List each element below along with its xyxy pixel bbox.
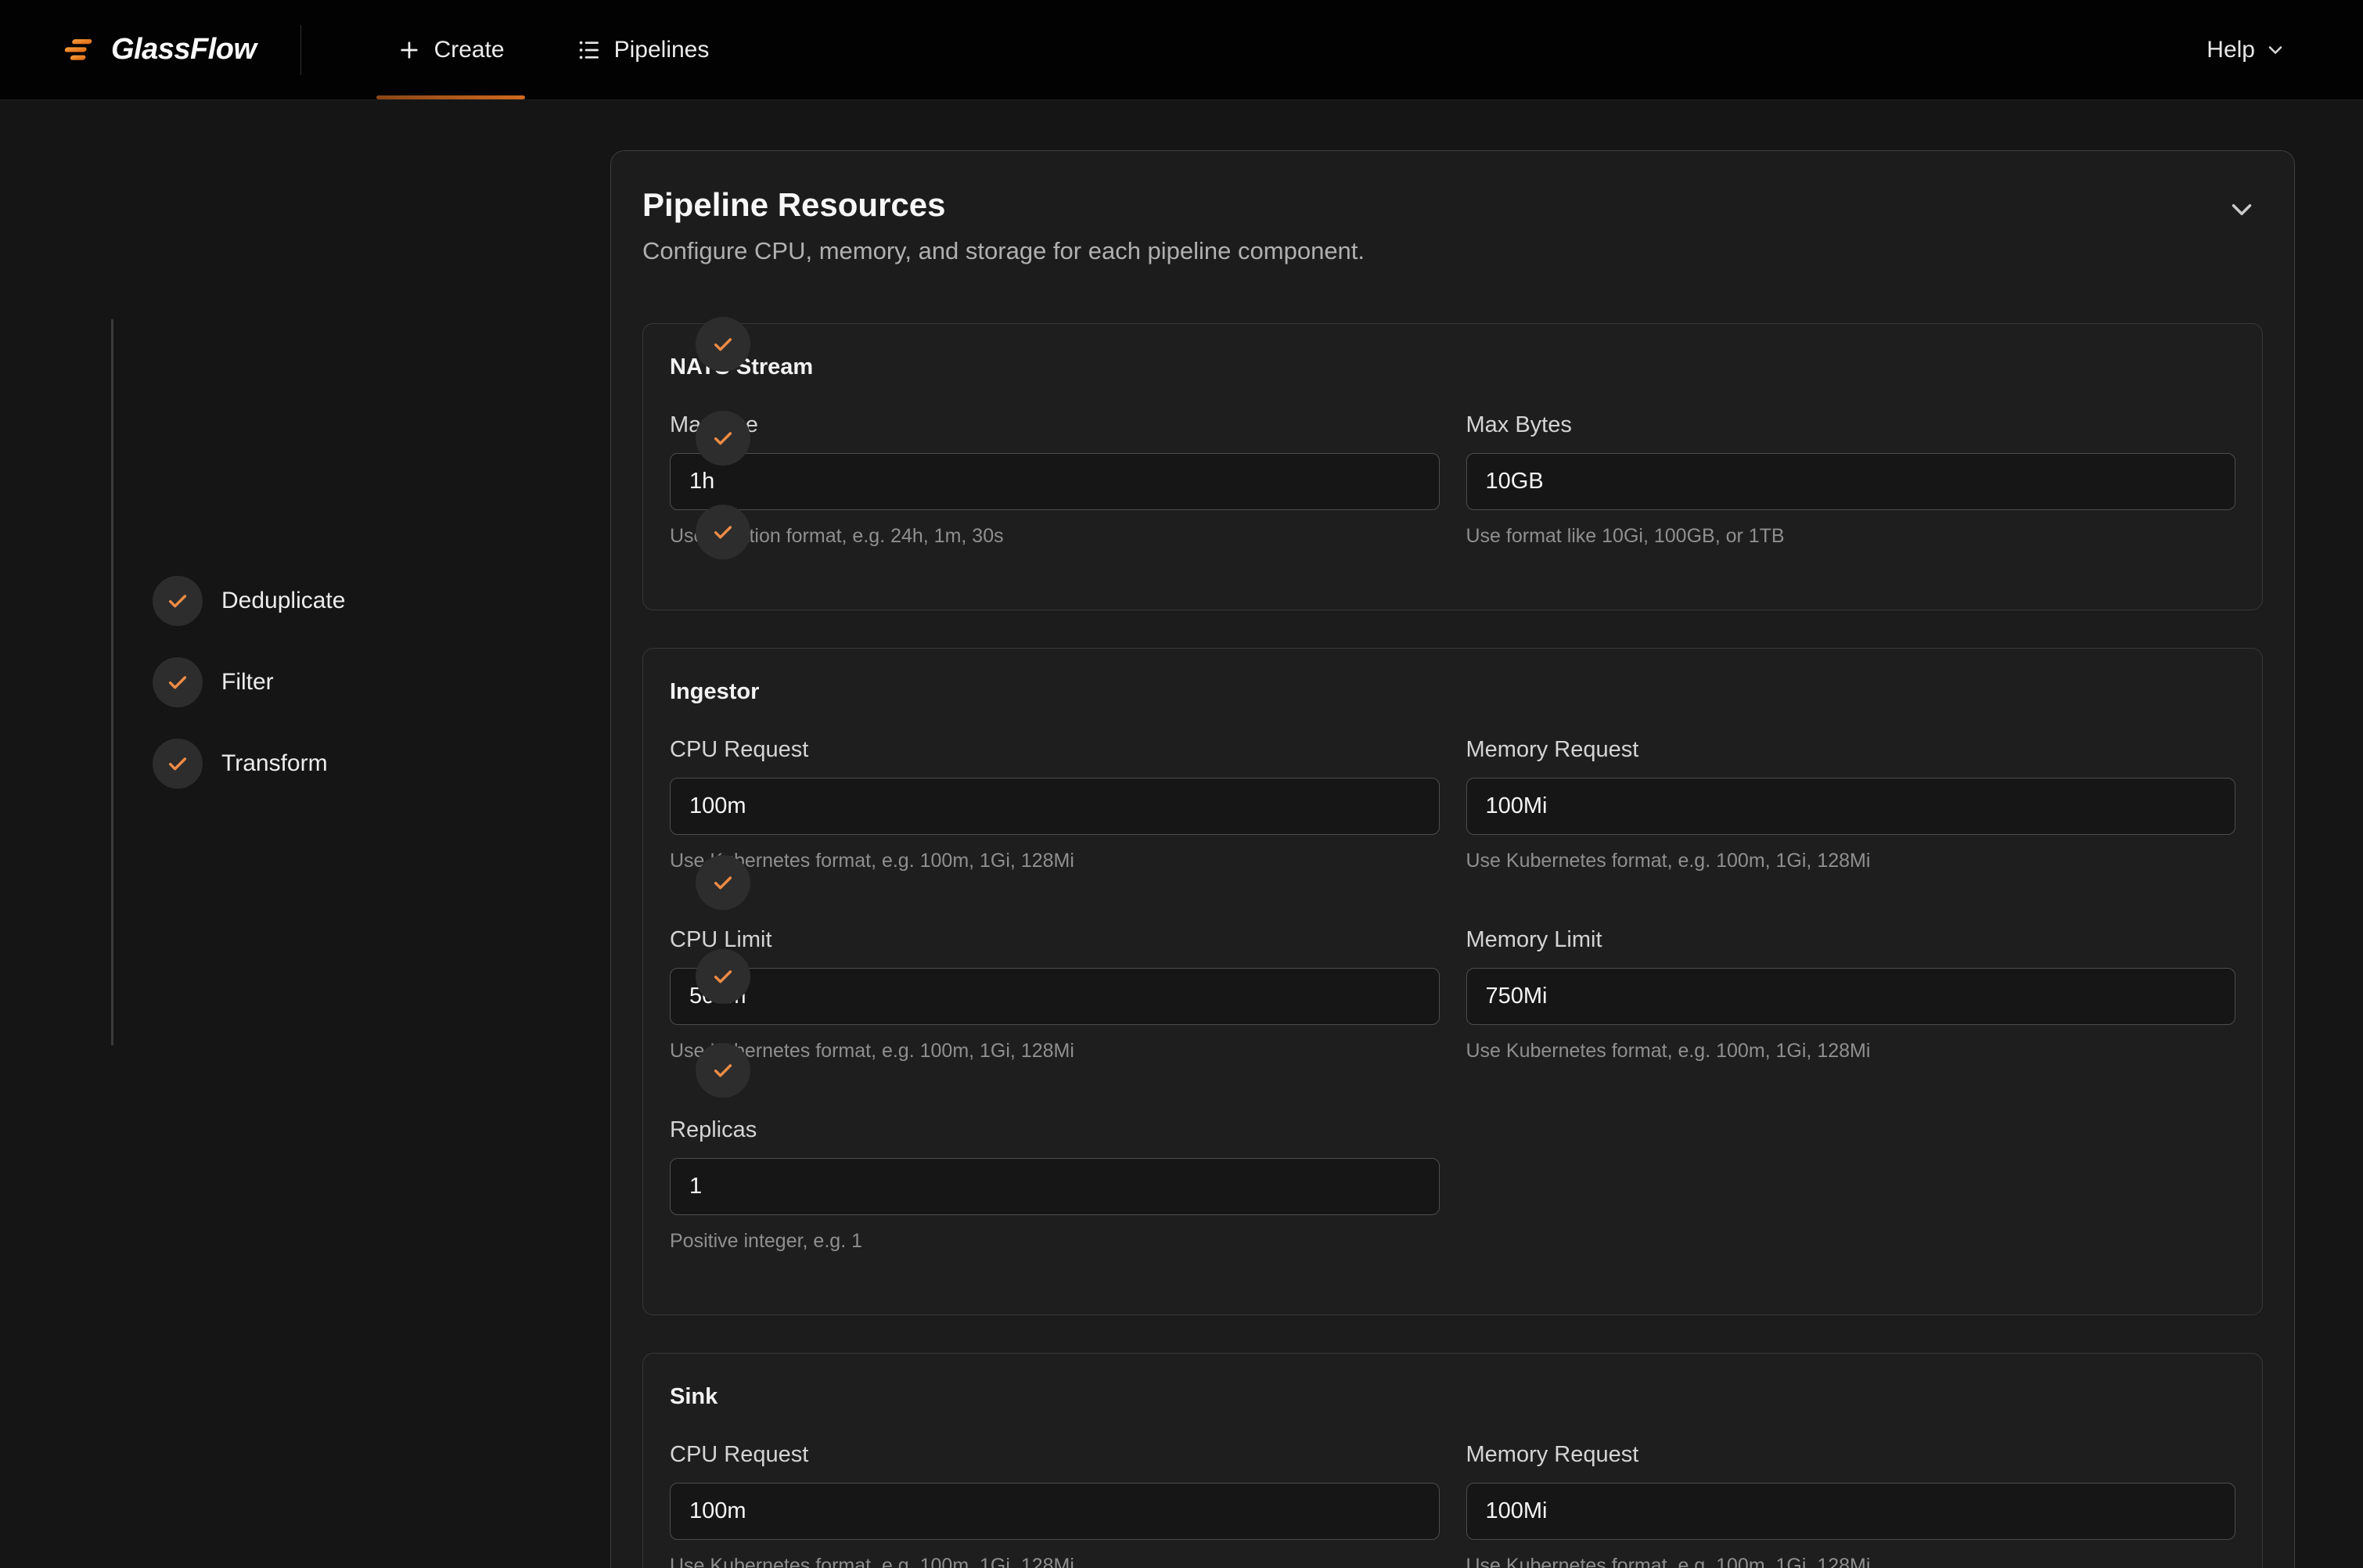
tab-create[interactable]: Create — [376, 0, 525, 99]
tab-label: Pipelines — [614, 37, 710, 63]
field-label: Memory Request — [1466, 738, 2236, 761]
main-area: Pipeline Resources Configure CPU, memory… — [610, 100, 2295, 1568]
input-ingestor-memory-limit[interactable] — [1466, 968, 2236, 1025]
field-helper: Use Kubernetes format, e.g. 100m, 1Gi, 1… — [670, 1555, 1440, 1568]
field-helper: Use Kubernetes format, e.g. 100m, 1Gi, 1… — [1466, 850, 2236, 872]
step-check-circle — [153, 739, 203, 789]
tab-pipelines[interactable]: Pipelines — [556, 0, 730, 99]
input-sink-memory-request[interactable] — [1466, 1483, 2236, 1540]
field-sink-cpu-request: CPU Request Use Kubernetes format, e.g. … — [670, 1443, 1440, 1568]
field-label: Memory Limit — [1466, 928, 2236, 951]
step-check-circle — [153, 657, 203, 707]
check-icon — [710, 964, 736, 989]
field-nats-stream-max-age: Max Age Use duration format, e.g. 24h, 1… — [670, 413, 1440, 547]
field-helper: Use Kubernetes format, e.g. 100m, 1Gi, 1… — [1466, 1555, 2236, 1568]
check-icon — [710, 520, 736, 545]
section-fields: Max Age Use duration format, e.g. 24h, 1… — [670, 413, 2235, 547]
content-area: Kafka Connection Select Topic Verify Fie… — [0, 100, 2363, 1568]
step-check-circle — [696, 411, 750, 466]
section-card-ingestor: Ingestor CPU Request Use Kubernetes form… — [642, 648, 2263, 1315]
check-icon — [710, 870, 736, 895]
step-check-circle — [696, 949, 750, 1004]
check-icon — [710, 426, 736, 451]
check-icon — [165, 670, 190, 695]
field-nats-stream-max-bytes: Max Bytes Use format like 10Gi, 100GB, o… — [1466, 413, 2236, 547]
check-icon — [710, 1058, 736, 1083]
input-ingestor-replicas[interactable] — [670, 1158, 1440, 1215]
field-label: CPU Limit — [670, 928, 1440, 951]
section-title: NATS Stream — [670, 354, 2235, 380]
list-icon — [577, 38, 602, 63]
step-check-circle — [696, 855, 750, 910]
resource-sections: NATS Stream Max Age Use duration format,… — [642, 323, 2263, 1568]
field-label: Max Bytes — [1466, 413, 2236, 437]
input-nats-stream-max-bytes[interactable] — [1466, 453, 2236, 510]
active-tab-underline — [376, 95, 525, 99]
check-icon — [165, 751, 190, 776]
field-sink-memory-request: Memory Request Use Kubernetes format, e.… — [1466, 1443, 2236, 1568]
input-ingestor-cpu-limit[interactable] — [670, 968, 1440, 1025]
field-label: Replicas — [670, 1118, 1440, 1142]
sidebar-item-transform[interactable]: Transform — [153, 738, 328, 789]
field-helper: Use format like 10Gi, 100GB, or 1TB — [1466, 525, 2236, 547]
field-helper: Use Kubernetes format, e.g. 100m, 1Gi, 1… — [1466, 1040, 2236, 1062]
field-label: CPU Request — [670, 1443, 1440, 1466]
glassflow-logo-icon — [61, 36, 97, 64]
field-helper: Use duration format, e.g. 24h, 1m, 30s — [670, 525, 1440, 547]
top-nav: GlassFlow Create Pipelines Help — [0, 0, 2363, 100]
nav-tabs: Create Pipelines — [376, 0, 730, 99]
field-helper: Use Kubernetes format, e.g. 100m, 1Gi, 1… — [670, 1040, 1440, 1062]
page-subtitle: Configure CPU, memory, and storage for e… — [642, 236, 1365, 267]
check-icon — [710, 332, 736, 357]
field-label: Max Age — [670, 413, 1440, 437]
panel-header: Pipeline Resources Configure CPU, memory… — [642, 185, 2263, 267]
check-icon — [165, 588, 190, 613]
section-title: Sink — [670, 1383, 2235, 1410]
field-ingestor-memory-limit: Memory Limit Use Kubernetes format, e.g.… — [1466, 928, 2236, 1062]
section-card-nats-stream: NATS Stream Max Age Use duration format,… — [642, 323, 2263, 610]
field-helper: Use Kubernetes format, e.g. 100m, 1Gi, 1… — [670, 850, 1440, 872]
input-nats-stream-max-age[interactable] — [670, 453, 1440, 510]
section-fields: CPU Request Use Kubernetes format, e.g. … — [670, 1443, 2235, 1568]
input-sink-cpu-request[interactable] — [670, 1483, 1440, 1540]
step-label: Deduplicate — [221, 588, 345, 614]
step-check-circle — [696, 1043, 750, 1098]
field-ingestor-replicas: Replicas Positive integer, e.g. 1 — [670, 1118, 1440, 1252]
section-title: Ingestor — [670, 678, 2235, 705]
step-check-circle — [696, 317, 750, 372]
collapse-panel-icon[interactable] — [2225, 193, 2258, 226]
step-label: Transform — [221, 750, 328, 777]
nav-divider — [300, 25, 301, 75]
plus-icon — [397, 38, 422, 63]
sidebar-item-filter[interactable]: Filter — [153, 656, 274, 708]
step-label: Filter — [221, 669, 274, 696]
stepper-sidebar: Kafka Connection Select Topic Verify Fie… — [0, 100, 610, 1568]
pipeline-resources-panel: Pipeline Resources Configure CPU, memory… — [610, 150, 2295, 1568]
section-fields: CPU Request Use Kubernetes format, e.g. … — [670, 738, 2235, 1252]
input-ingestor-cpu-request[interactable] — [670, 778, 1440, 835]
field-label: CPU Request — [670, 738, 1440, 761]
tab-label: Create — [434, 37, 505, 63]
help-label: Help — [2207, 37, 2255, 63]
field-ingestor-cpu-limit: CPU Limit Use Kubernetes format, e.g. 10… — [670, 928, 1440, 1062]
step-connector-line — [111, 319, 113, 1045]
field-helper: Positive integer, e.g. 1 — [670, 1230, 1440, 1252]
help-menu[interactable]: Help — [2207, 37, 2286, 63]
field-label: Memory Request — [1466, 1443, 2236, 1466]
field-ingestor-cpu-request: CPU Request Use Kubernetes format, e.g. … — [670, 738, 1440, 872]
section-card-sink: Sink CPU Request Use Kubernetes format, … — [642, 1353, 2263, 1568]
sidebar-item-deduplicate[interactable]: Deduplicate — [153, 575, 345, 627]
brand-name: GlassFlow — [111, 33, 257, 67]
page-title: Pipeline Resources — [642, 185, 1365, 225]
step-check-circle — [696, 505, 750, 559]
chevron-down-icon — [2264, 39, 2286, 61]
input-ingestor-memory-request[interactable] — [1466, 778, 2236, 835]
field-ingestor-memory-request: Memory Request Use Kubernetes format, e.… — [1466, 738, 2236, 872]
step-check-circle — [153, 576, 203, 626]
brand[interactable]: GlassFlow — [61, 33, 257, 67]
